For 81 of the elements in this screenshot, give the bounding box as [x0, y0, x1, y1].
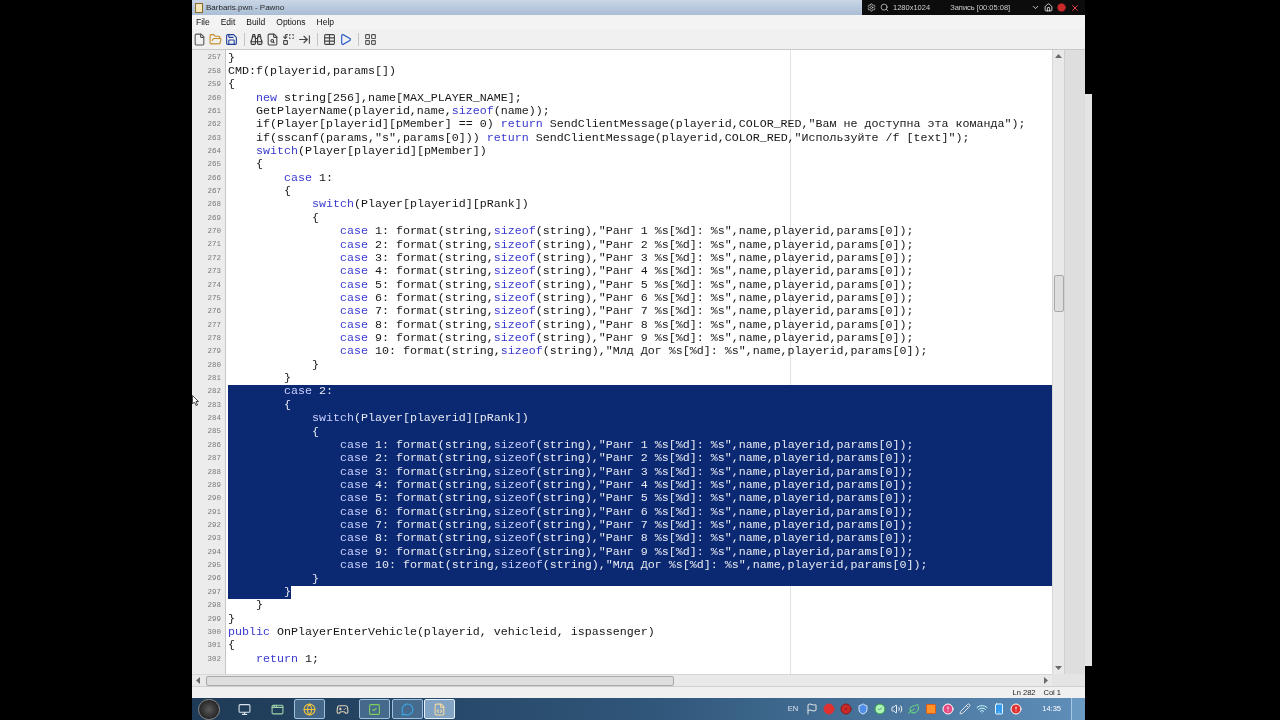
- app-window-icon: [270, 702, 284, 716]
- scroll-left-icon[interactable]: [196, 677, 200, 684]
- pencil-icon[interactable]: [959, 703, 972, 715]
- scroll-right-icon[interactable]: [1044, 677, 1048, 684]
- table-icon[interactable]: [323, 32, 336, 46]
- code-line: return 1;: [256, 651, 319, 666]
- menu-item[interactable]: Edit: [216, 17, 240, 27]
- check-square-icon: [368, 702, 381, 716]
- alert-circle-icon[interactable]: [942, 703, 955, 715]
- chat-bubble-icon: [400, 702, 414, 716]
- code-line: if(sscanf(params,"s",params[0])) return SendClientMessage(playerid,COLOR_RED,"Используйте /f [text]");: [256, 130, 970, 145]
- code-line: }: [256, 598, 263, 613]
- settings-icon[interactable]: [867, 3, 876, 12]
- code-line: {: [228, 77, 235, 92]
- code-line: if(Player[playerid][pMember] == 0) return SendClientMessage(playerid,COLOR_RED,"Вам не доступна эта команда");: [256, 117, 1026, 132]
- scrollbar-thumb[interactable]: [1053, 275, 1064, 312]
- code-line: }: [228, 50, 235, 65]
- leaf-icon[interactable]: [908, 703, 921, 715]
- code-line: }: [283, 371, 291, 386]
- file-search-icon[interactable]: [266, 32, 279, 46]
- start-button[interactable]: [198, 698, 220, 720]
- new-file-icon[interactable]: [193, 32, 206, 46]
- arrow-to-line-icon[interactable]: [298, 32, 311, 46]
- code-file-icon: [433, 702, 446, 716]
- speaker-icon[interactable]: [891, 703, 904, 715]
- scrollbar-thumb[interactable]: [206, 675, 674, 686]
- wifi-icon[interactable]: [976, 703, 989, 715]
- chevron-down-icon[interactable]: [1031, 3, 1040, 12]
- monitor-icon: [238, 702, 251, 716]
- house-icon[interactable]: [1044, 3, 1053, 12]
- code-line: {: [228, 638, 235, 653]
- code-line: case 3: format(string,sizeof(string),"Ранг 3 %s[%d]: %s",name,playerid,params[0]);: [339, 250, 914, 265]
- code-line: }: [311, 357, 319, 372]
- code-line: case 7: format(string,sizeof(string),"Ранг 7 %s[%d]: %s",name,playerid,params[0]);: [339, 304, 914, 319]
- code-line: {: [283, 184, 291, 199]
- binoculars-icon[interactable]: [250, 32, 263, 46]
- check-circle-icon[interactable]: [874, 703, 887, 715]
- menu-item[interactable]: Help: [312, 17, 339, 27]
- code-line: GetPlayerName(playerid,name,sizeof(name));: [256, 103, 550, 118]
- code-line: switch(Player[playerid][pMember]): [256, 144, 487, 158]
- code-line: case 10: format(string,sizeof(string),"Млд Дог %s[%d]: %s",name,playerid,params[0]);: [339, 344, 928, 359]
- code-line: {: [311, 210, 319, 225]
- window-title: Barbaris.pwn - Pawno: [206, 3, 285, 12]
- vertical-scrollbar[interactable]: [1052, 50, 1064, 674]
- shield-icon[interactable]: [857, 703, 870, 715]
- phone-icon[interactable]: [993, 703, 1006, 715]
- code-line: switch(Player[playerid][pRank]): [311, 197, 529, 212]
- code-line: case 1:: [283, 170, 333, 185]
- code-line: {: [256, 157, 263, 172]
- menu-item[interactable]: Build: [242, 17, 270, 27]
- code-line: CMD:f(playerid,params[]): [228, 63, 396, 78]
- globe-icon: [303, 702, 316, 716]
- scroll-down-icon[interactable]: [1055, 666, 1062, 670]
- code-line: }: [228, 611, 235, 626]
- code-line: case 2: format(string,sizeof(string),"Ранг 2 %s[%d]: %s",name,playerid,params[0]);: [339, 237, 914, 252]
- code-line: new string[256],name[MAX_PLAYER_NAME];: [256, 90, 522, 105]
- play-icon[interactable]: [339, 32, 352, 46]
- menu-item[interactable]: Options: [272, 17, 310, 27]
- document-icon: [195, 2, 203, 13]
- code-line: case 9: format(string,sizeof(string),"Ранг 9 %s[%d]: %s",name,playerid,params[0]);: [339, 331, 914, 346]
- replace-icon[interactable]: [282, 32, 295, 46]
- horizontal-scrollbar[interactable]: [192, 674, 1052, 686]
- code-line: case 6: format(string,sizeof(string),"Ранг 6 %s[%d]: %s",name,playerid,params[0]);: [339, 290, 914, 305]
- menu-item[interactable]: File: [192, 17, 214, 27]
- search-icon[interactable]: [880, 3, 889, 12]
- gamepad-icon: [335, 702, 349, 716]
- flag-icon[interactable]: [806, 703, 819, 715]
- code-line: case 8: format(string,sizeof(string),"Ранг 8 %s[%d]: %s",name,playerid,params[0]);: [339, 317, 914, 332]
- mouse-pointer-icon: [192, 395, 199, 406]
- grid-icon[interactable]: [364, 32, 377, 46]
- taskbar-button[interactable]: [391, 699, 423, 719]
- close-icon[interactable]: [1070, 2, 1080, 13]
- code-editor[interactable]: [226, 50, 1052, 674]
- code-line: case 5: format(string,sizeof(string),"Ранг 5 %s[%d]: %s",name,playerid,params[0]);: [339, 277, 914, 292]
- scroll-up-icon[interactable]: [1055, 54, 1062, 58]
- save-icon[interactable]: [225, 32, 238, 46]
- record-dot-icon[interactable]: [1057, 3, 1066, 12]
- code-line: public OnPlayerEnterVehicle(playerid, vehicleid, ispassenger): [228, 624, 655, 639]
- warning-icon[interactable]: [1010, 703, 1023, 715]
- code-line: case 4: format(string,sizeof(string),"Ранг 4 %s[%d]: %s",name,playerid,params[0]);: [339, 264, 914, 279]
- code-line: case 1: format(string,sizeof(string),"Ранг 1 %s[%d]: %s",name,playerid,params[0]);: [339, 224, 914, 239]
